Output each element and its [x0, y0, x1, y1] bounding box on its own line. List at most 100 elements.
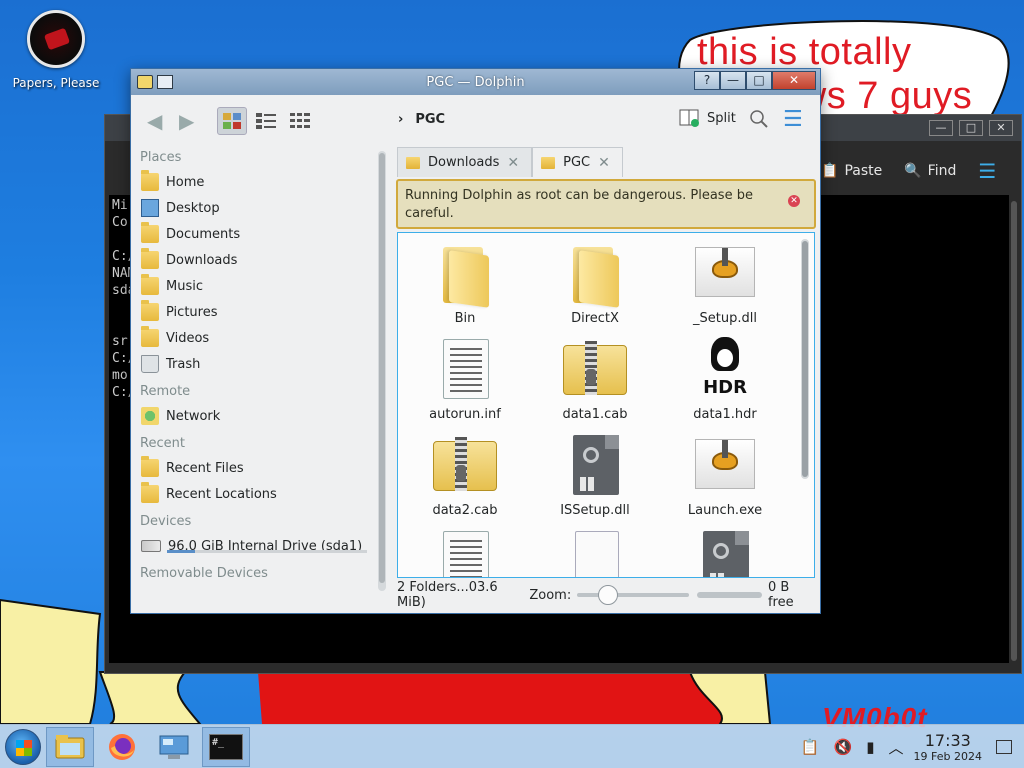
file-item[interactable]: data2.cab [400, 433, 530, 518]
zoom-slider-handle[interactable] [598, 585, 619, 605]
close-button[interactable]: ✕ [989, 120, 1013, 136]
file-name: ISSetup.dll [560, 503, 630, 518]
find-button[interactable]: 🔍 Find [904, 163, 956, 179]
remote-section-header: Remote [140, 384, 191, 399]
show-desktop-icon[interactable] [996, 740, 1012, 754]
keep-above-icon[interactable] [157, 75, 173, 89]
clock-time: 17:33 [924, 730, 971, 750]
zoom-slider[interactable] [577, 585, 689, 605]
close-warning-icon[interactable]: ✕ [788, 195, 800, 207]
close-tab-icon[interactable]: ✕ [598, 155, 610, 171]
close-tab-icon[interactable]: ✕ [507, 155, 519, 171]
task-dolphin[interactable] [46, 727, 94, 767]
devices-section-header: Devices [140, 514, 192, 529]
file-item[interactable]: data1.cab [530, 337, 660, 422]
maximize-button[interactable]: □ [959, 120, 983, 136]
battery-icon[interactable]: ▮ [866, 738, 874, 756]
volume-muted-icon[interactable]: 🔇 [834, 738, 853, 756]
file-name: Launch.exe [687, 503, 763, 518]
places-item-downloads[interactable]: Downloads [131, 247, 377, 273]
desktop-icon-papers-please[interactable]: Papers, Please [8, 10, 104, 90]
task-konsole[interactable]: #_ [202, 727, 250, 767]
tab-bar: Downloads ✕ PGC ✕ [397, 147, 623, 177]
forward-arrow-icon[interactable]: ▶ [179, 109, 194, 133]
hamburger-menu-icon[interactable]: ☰ [783, 107, 803, 132]
search-icon[interactable] [749, 109, 769, 129]
file-name: data2.cab [432, 503, 498, 518]
chevron-up-icon[interactable]: ︿ [889, 737, 904, 758]
places-item-recent-files[interactable]: Recent Files [131, 455, 377, 481]
places-scrollbar[interactable] [378, 151, 386, 591]
home-folder-icon [141, 170, 159, 191]
icons-view-icon [223, 113, 241, 129]
task-firefox[interactable] [98, 727, 146, 767]
file-name: DirectX [571, 311, 619, 326]
folder-icon [563, 241, 627, 308]
places-panel: Places Home Desktop Documents Downloads Musi… [131, 147, 377, 615]
file-name: autorun.inf [429, 407, 501, 422]
videos-folder-icon [141, 326, 159, 347]
papers-please-icon [27, 10, 85, 68]
places-item-recent-locations[interactable]: Recent Locations [131, 481, 377, 507]
network-folder-icon [141, 407, 159, 425]
file-item[interactable]: ISSetup.dll [530, 433, 660, 518]
terminal-scrollbar[interactable] [1011, 201, 1017, 661]
file-view-scrollbar[interactable] [801, 239, 809, 479]
back-arrow-icon[interactable]: ◀ [147, 109, 162, 133]
icons-view-button[interactable] [217, 107, 247, 135]
file-item[interactable] [530, 529, 660, 577]
compact-view-button[interactable] [251, 107, 281, 135]
file-item[interactable]: _Setup.dll [660, 241, 790, 326]
dolphin-window: PGC — Dolphin ? — □ ✕ ◀ ▶ › PGC Split ☰ … [130, 68, 821, 614]
drive-usage-bar [167, 550, 367, 553]
system-tray: 📋 🔇 ▮ ︿ 17:33 19 Feb 2024 [801, 725, 1024, 768]
help-button[interactable]: ? [694, 71, 720, 90]
places-item-home[interactable]: Home [131, 169, 377, 195]
split-button[interactable]: Split [679, 108, 736, 128]
clock-date: 19 Feb 2024 [913, 749, 982, 763]
places-item-desktop[interactable]: Desktop [131, 195, 377, 221]
tab-downloads[interactable]: Downloads ✕ [397, 147, 533, 177]
places-item-pictures[interactable]: Pictures [131, 299, 377, 325]
file-item[interactable] [660, 529, 790, 577]
file-view[interactable]: Bin DirectX _Setup.dll autorun.inf data1.cab… [397, 232, 815, 578]
paste-button[interactable]: 📋 Paste [821, 163, 882, 179]
file-item[interactable]: Launch.exe [660, 433, 790, 518]
file-item[interactable]: DirectX [530, 241, 660, 326]
archive-icon [433, 433, 497, 497]
places-item-documents[interactable]: Documents [131, 221, 377, 247]
tab-pgc[interactable]: PGC ✕ [532, 147, 623, 177]
details-view-button[interactable] [285, 107, 315, 135]
system-settings-icon [159, 735, 189, 759]
breadcrumb-current[interactable]: PGC [415, 112, 445, 127]
clock[interactable]: 17:33 19 Feb 2024 [913, 730, 982, 763]
binary-document-icon [563, 529, 627, 577]
file-item[interactable] [400, 529, 530, 577]
breadcrumb[interactable]: › PGC [398, 112, 445, 127]
folder-app-icon[interactable] [137, 75, 153, 89]
file-item[interactable]: Bin [400, 241, 530, 326]
close-button[interactable]: ✕ [772, 71, 816, 90]
minimize-button[interactable]: — [929, 120, 953, 136]
start-menu-button[interactable] [5, 729, 41, 765]
hamburger-menu-icon[interactable]: ☰ [978, 159, 996, 183]
places-item-trash[interactable]: Trash [131, 351, 377, 377]
minimize-button[interactable]: — [720, 71, 746, 90]
free-space-bar [696, 592, 762, 598]
installer-gear-icon [693, 433, 757, 497]
file-name: data1.cab [562, 407, 628, 422]
maximize-button[interactable]: □ [746, 71, 772, 90]
places-item-music[interactable]: Music [131, 273, 377, 299]
recent-files-icon [141, 456, 159, 477]
status-bar: 2 Folders...03.6 MiB) Zoom: 0 B free [397, 580, 817, 610]
places-item-internal-drive[interactable]: 96.0 GiB Internal Drive (sda1) [131, 533, 377, 559]
window-titlebar[interactable]: PGC — Dolphin ? — □ ✕ [131, 69, 820, 95]
file-item[interactable]: autorun.inf [400, 337, 530, 422]
konsole-icon: #_ [209, 734, 243, 760]
task-system-settings[interactable] [150, 727, 198, 767]
file-item[interactable]: HDR data1.hdr [660, 337, 790, 422]
places-item-videos[interactable]: Videos [131, 325, 377, 351]
clipboard-tray-icon[interactable]: 📋 [801, 738, 820, 756]
desktop-icon [141, 199, 159, 217]
places-item-network[interactable]: Network [131, 403, 377, 429]
